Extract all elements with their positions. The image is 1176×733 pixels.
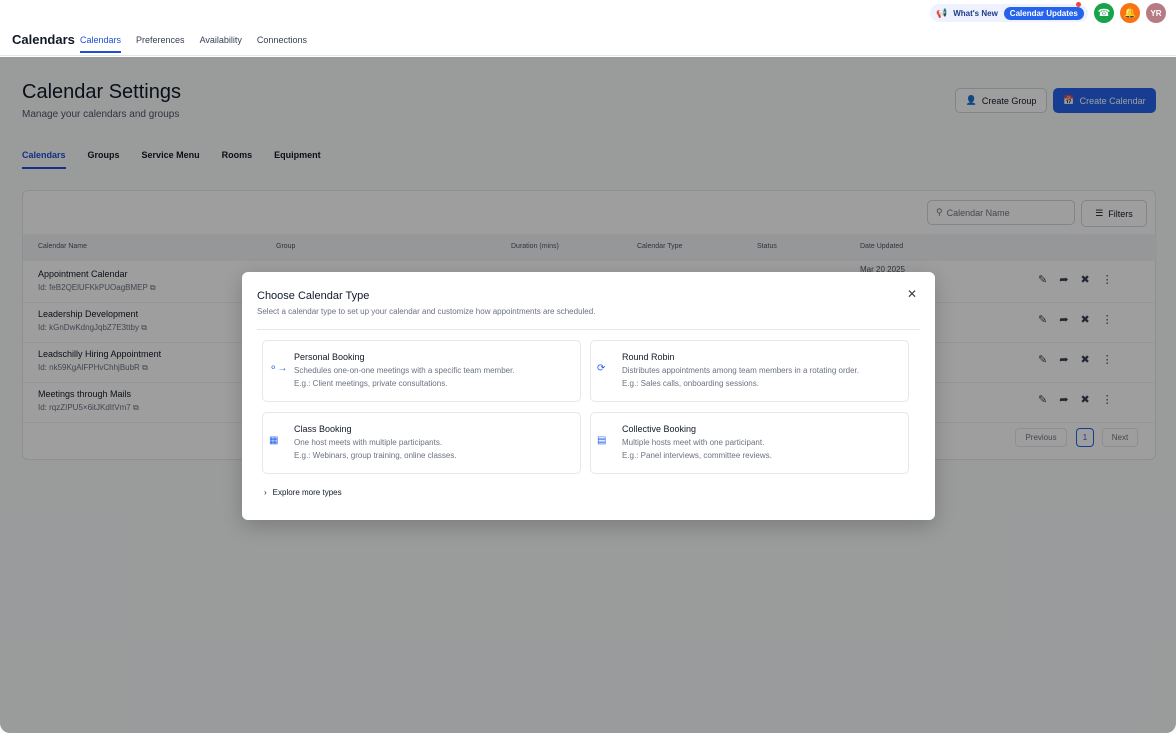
top-nav: Calendars Preferences Availability Conne… bbox=[80, 35, 322, 53]
top-bar: Calendars Calendars Preferences Availabi… bbox=[0, 0, 1176, 56]
app-title: Calendars bbox=[12, 32, 75, 47]
calendar-updates-pill[interactable]: Calendar Updates bbox=[1003, 6, 1084, 20]
chevron-right-icon: › bbox=[264, 488, 267, 497]
round-robin-card[interactable]: ⟳ Round Robin Distributes appointments a… bbox=[590, 340, 909, 402]
one-on-one-icon: ⚬→ bbox=[269, 363, 288, 374]
type-example: E.g.: Sales calls, onboarding sessions. bbox=[622, 379, 759, 388]
avatar[interactable]: YR bbox=[1146, 3, 1166, 23]
megaphone-icon: 📢 bbox=[936, 7, 948, 18]
topnav-connections[interactable]: Connections bbox=[257, 35, 307, 53]
round-robin-icon: ⟳ bbox=[597, 363, 606, 374]
type-description: Distributes appointments among team memb… bbox=[622, 366, 860, 375]
type-title: Collective Booking bbox=[622, 424, 697, 434]
type-title: Personal Booking bbox=[294, 352, 365, 362]
close-icon[interactable]: ✕ bbox=[907, 287, 917, 301]
modal-title: Choose Calendar Type bbox=[257, 290, 370, 302]
notification-dot bbox=[1076, 2, 1081, 7]
type-example: E.g.: Client meetings, private consultat… bbox=[294, 379, 448, 388]
topnav-calendars[interactable]: Calendars bbox=[80, 35, 122, 53]
whats-new-button[interactable]: 📢 What's New Calendar Updates bbox=[930, 4, 1088, 22]
phone-icon[interactable]: ☎ bbox=[1094, 3, 1114, 23]
topnav-availability[interactable]: Availability bbox=[200, 35, 242, 53]
type-title: Round Robin bbox=[622, 352, 675, 362]
explore-label: Explore more types bbox=[272, 488, 342, 497]
bell-icon[interactable]: 🔔 bbox=[1120, 3, 1140, 23]
class-booking-card[interactable]: ▦ Class Booking One host meets with mult… bbox=[262, 412, 581, 474]
type-title: Class Booking bbox=[294, 424, 352, 434]
collective-booking-card[interactable]: ▤ Collective Booking Multiple hosts meet… bbox=[590, 412, 909, 474]
modal-divider bbox=[257, 329, 920, 330]
explore-more-types[interactable]: › Explore more types bbox=[264, 488, 342, 497]
collective-icon: ▤ bbox=[597, 435, 607, 446]
type-example: E.g.: Webinars, group training, online c… bbox=[294, 451, 457, 460]
choose-calendar-type-modal: Choose Calendar Type Select a calendar t… bbox=[242, 272, 935, 520]
type-description: One host meets with multiple participant… bbox=[294, 438, 443, 447]
type-description: Multiple hosts meet with one participant… bbox=[622, 438, 765, 447]
whats-new-label: What's New bbox=[953, 8, 998, 18]
modal-subtitle: Select a calendar type to set up your ca… bbox=[257, 307, 596, 316]
topnav-preferences[interactable]: Preferences bbox=[136, 35, 185, 53]
type-description: Schedules one-on-one meetings with a spe… bbox=[294, 366, 515, 375]
class-icon: ▦ bbox=[269, 435, 279, 446]
type-example: E.g.: Panel interviews, committee review… bbox=[622, 451, 772, 460]
personal-booking-card[interactable]: ⚬→ Personal Booking Schedules one-on-one… bbox=[262, 340, 581, 402]
